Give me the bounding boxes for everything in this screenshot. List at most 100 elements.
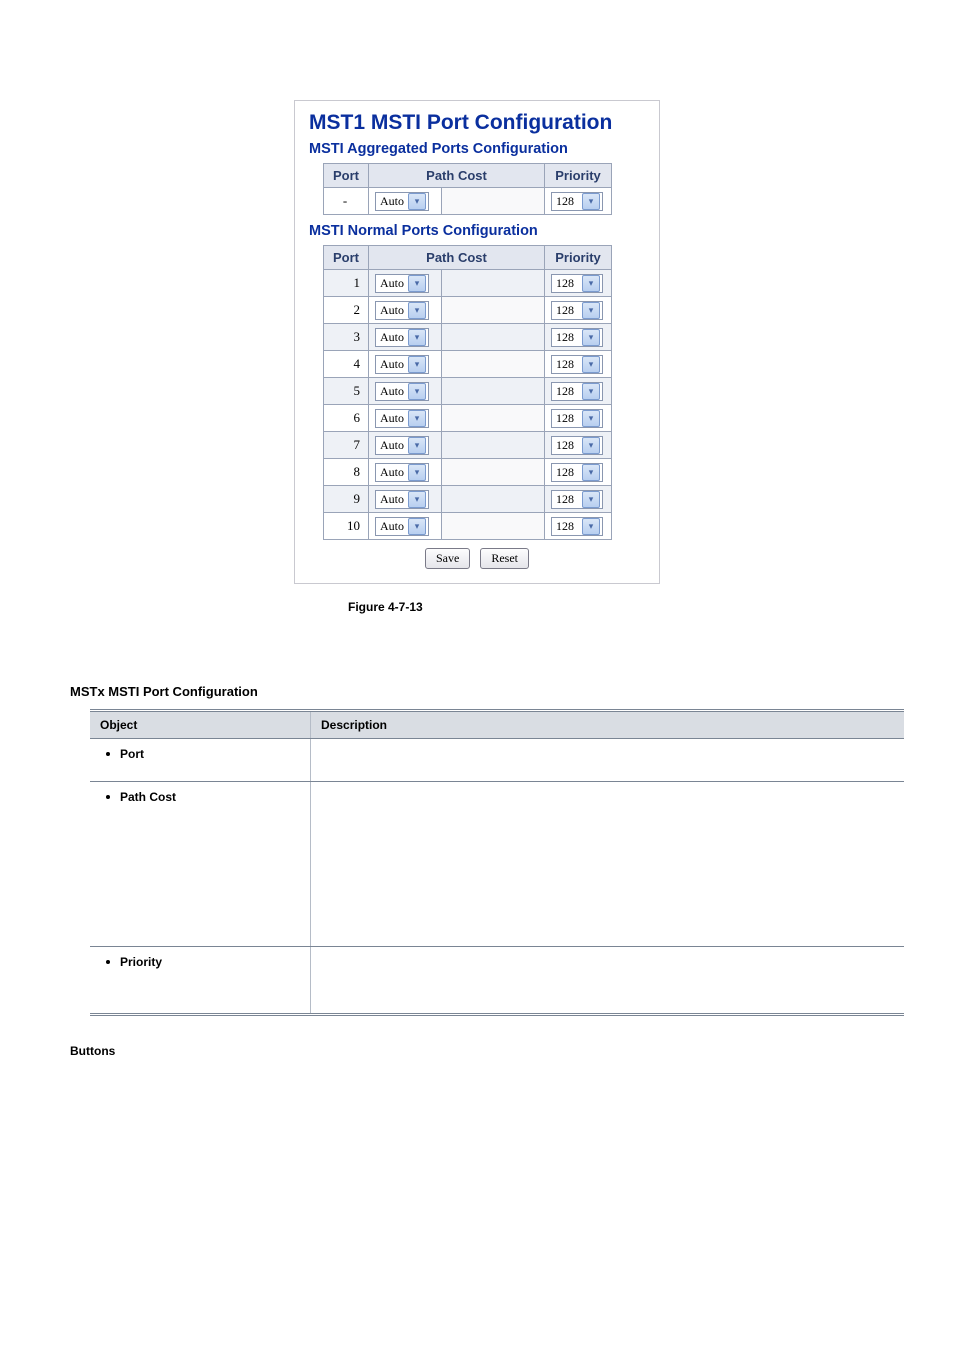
priority-select[interactable]: 128 ▾ (551, 382, 603, 401)
pathcost-value[interactable] (442, 297, 545, 324)
pathcost-mode-select[interactable]: Auto ▾ (375, 301, 429, 320)
priority-select[interactable]: 128 ▾ (551, 301, 603, 320)
agg-heading: MSTI Aggregated Ports Configuration (309, 141, 645, 157)
pathcost-value[interactable] (442, 324, 545, 351)
select-value: 128 (556, 303, 574, 318)
pathcost-mode-select[interactable]: Auto▾ (375, 490, 429, 509)
select-value: 128 (556, 276, 574, 291)
priority-select[interactable]: 128▾ (551, 409, 603, 428)
table-row: 10Auto▾128▾ (324, 513, 612, 540)
pathcost-value[interactable] (442, 270, 545, 297)
priority-select[interactable]: 128 ▾ (551, 274, 603, 293)
chevron-down-icon: ▾ (582, 275, 600, 292)
port-number: 6 (324, 405, 369, 432)
select-value: 128 (556, 384, 574, 399)
priority-select[interactable]: 128 ▾ (551, 436, 603, 455)
select-value: Auto (380, 357, 404, 372)
select-value: Auto (380, 276, 404, 291)
port-number: 1 (324, 270, 369, 297)
chevron-down-icon: ▾ (582, 329, 600, 346)
pathcost-mode-select[interactable]: Auto▾ (375, 355, 429, 374)
chevron-down-icon: ▾ (582, 193, 600, 210)
col-description: Description (311, 711, 905, 739)
bullet-icon (106, 752, 110, 756)
port-number: 5 (324, 378, 369, 405)
table-row: 1 Auto ▾ 128 ▾ (324, 270, 612, 297)
table-row: 4 Auto▾ 128 ▾ (324, 351, 612, 378)
desc-row-port: Port (90, 739, 904, 782)
pathcost-mode-select[interactable]: Auto ▾ (375, 274, 429, 293)
select-value: 128 (556, 492, 574, 507)
pathcost-value[interactable] (442, 351, 545, 378)
port-number: 2 (324, 297, 369, 324)
table-row: 2 Auto ▾ 128 ▾ (324, 297, 612, 324)
select-value: 128 (556, 411, 574, 426)
chevron-down-icon: ▾ (408, 410, 426, 427)
reset-button[interactable]: Reset (480, 548, 529, 569)
description-table: Object Description Port Path Cost Priori… (90, 709, 904, 1016)
priority-select[interactable]: 128▾ (551, 328, 603, 347)
select-value: Auto (380, 465, 404, 480)
agg-pathcost-mode-select[interactable]: Auto ▾ (375, 192, 429, 211)
select-value: Auto (380, 492, 404, 507)
agg-priority-select[interactable]: 128 ▾ (551, 192, 603, 211)
section-heading: MSTx MSTI Port Configuration (70, 684, 884, 699)
agg-port: - (324, 188, 369, 215)
port-number: 4 (324, 351, 369, 378)
panel-title: MST1 MSTI Port Configuration (309, 111, 645, 135)
object-label: Port (120, 747, 144, 761)
table-row: 5 Auto▾ 128 ▾ (324, 378, 612, 405)
chevron-down-icon: ▾ (582, 491, 600, 508)
pathcost-mode-select[interactable]: Auto▾ (375, 436, 429, 455)
chevron-down-icon: ▾ (582, 437, 600, 454)
bullet-icon (106, 795, 110, 799)
select-value: Auto (380, 303, 404, 318)
chevron-down-icon: ▾ (582, 383, 600, 400)
chevron-down-icon: ▾ (408, 275, 426, 292)
priority-select[interactable]: 128 ▾ (551, 490, 603, 509)
select-value: 128 (556, 465, 574, 480)
figure-caption: Figure 4-7-13 (348, 600, 884, 614)
pathcost-mode-select[interactable]: Auto ▾ (375, 328, 429, 347)
pathcost-mode-select[interactable]: Auto▾ (375, 382, 429, 401)
select-value: Auto (380, 330, 404, 345)
priority-select[interactable]: 128▾ (551, 463, 603, 482)
chevron-down-icon: ▾ (408, 302, 426, 319)
table-row: 3Auto▾128▾ (324, 324, 612, 351)
pathcost-value[interactable] (442, 432, 545, 459)
save-button[interactable]: Save (425, 548, 470, 569)
pathcost-mode-select[interactable]: Auto▾ (375, 517, 429, 536)
chevron-down-icon: ▾ (408, 464, 426, 481)
pathcost-mode-select[interactable]: Auto ▾ (375, 409, 429, 428)
port-number: 9 (324, 486, 369, 513)
col-path-cost: Path Cost (369, 164, 545, 188)
priority-select[interactable]: 128 ▾ (551, 355, 603, 374)
pathcost-value[interactable] (442, 405, 545, 432)
chevron-down-icon: ▾ (408, 518, 426, 535)
bullet-icon (106, 960, 110, 964)
select-value: 128 (556, 438, 574, 453)
chevron-down-icon: ▾ (582, 356, 600, 373)
port-number: 7 (324, 432, 369, 459)
description-cell (311, 782, 905, 947)
pathcost-mode-select[interactable]: Auto ▾ (375, 463, 429, 482)
pathcost-value[interactable] (442, 513, 545, 540)
chevron-down-icon: ▾ (582, 518, 600, 535)
priority-select[interactable]: 128 ▾ (551, 517, 603, 536)
select-value: Auto (380, 411, 404, 426)
col-port: Port (324, 246, 369, 270)
msti-port-config-panel: MST1 MSTI Port Configuration MSTI Aggreg… (294, 100, 660, 584)
col-priority: Priority (545, 164, 612, 188)
table-row: 6 Auto ▾ 128▾ (324, 405, 612, 432)
select-value: Auto (380, 384, 404, 399)
agg-pathcost-value[interactable] (442, 188, 545, 215)
chevron-down-icon: ▾ (582, 302, 600, 319)
select-value: 128 (556, 519, 574, 534)
pathcost-value[interactable] (442, 459, 545, 486)
buttons-heading: Buttons (70, 1044, 884, 1058)
select-value: 128 (556, 357, 574, 372)
pathcost-value[interactable] (442, 486, 545, 513)
pathcost-value[interactable] (442, 378, 545, 405)
agg-row: - Auto ▾ 128 ▾ (324, 188, 612, 215)
chevron-down-icon: ▾ (408, 329, 426, 346)
